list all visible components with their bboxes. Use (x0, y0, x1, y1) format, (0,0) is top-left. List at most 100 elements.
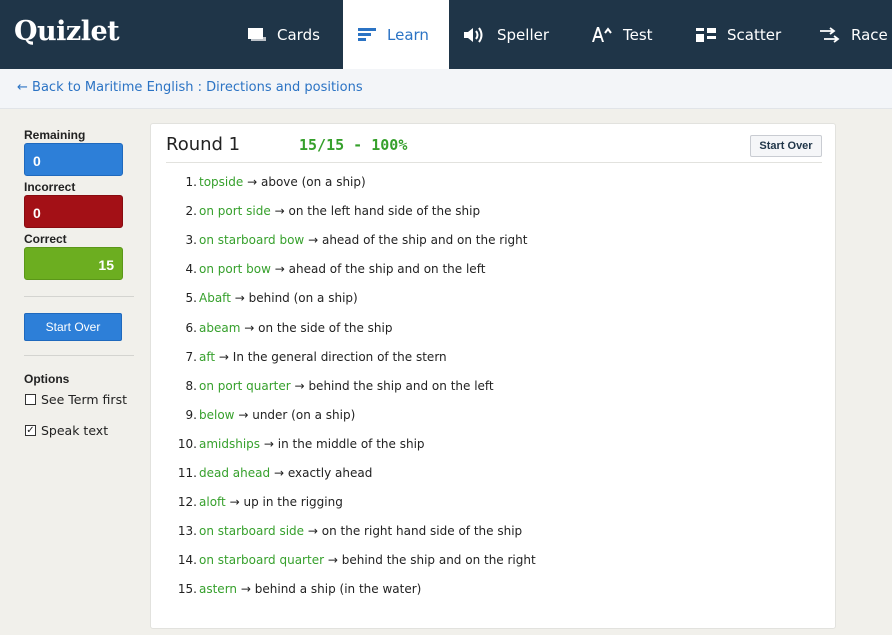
item-term[interactable]: below (199, 408, 235, 422)
incorrect-label: Incorrect (24, 180, 76, 194)
item-definition: on the left hand side of the ship (288, 204, 481, 218)
tab-scatter-label: Scatter (727, 25, 782, 44)
remaining-label: Remaining (24, 128, 86, 142)
race-icon (818, 26, 840, 43)
item-definition: behind a ship (in the water) (254, 582, 422, 596)
list-item: 2. on port side → on the left hand side o… (151, 204, 837, 218)
item-number: 15. (177, 582, 197, 596)
start-over-button-sidebar[interactable]: Start Over (24, 313, 122, 341)
item-definition: on the side of the ship (258, 321, 393, 335)
list-item: 6. abeam → on the side of the ship (151, 321, 837, 335)
item-number: 6. (185, 321, 197, 335)
item-term[interactable]: aft (199, 350, 215, 364)
see-term-first-checkbox[interactable] (25, 394, 36, 405)
list-item: 10. amidships → in the middle of the ship (151, 437, 837, 451)
options-label: Options (24, 372, 70, 386)
tab-learn[interactable]: Learn (343, 0, 449, 69)
list-item: 12. aloft → up in the rigging (151, 495, 837, 509)
item-term[interactable]: topside (199, 175, 243, 189)
see-term-first-label: See Term first (41, 392, 127, 407)
cards-icon (248, 28, 266, 41)
item-definition: under (on a ship) (252, 408, 356, 422)
tab-scatter[interactable]: Scatter (686, 0, 802, 69)
back-arrow-icon: ← (17, 80, 28, 95)
list-item: 15. astern → behind a ship (in the water) (151, 582, 837, 596)
scatter-icon (696, 27, 716, 42)
item-number: 13. (177, 524, 197, 538)
list-item: 11. dead ahead → exactly ahead (151, 466, 837, 480)
item-number: 11. (177, 466, 197, 480)
item-number: 12. (177, 495, 197, 509)
item-term[interactable]: astern (199, 582, 237, 596)
item-number: 5. (185, 291, 197, 305)
arrow-icon: → (218, 350, 229, 364)
item-term[interactable]: on port quarter (199, 379, 291, 393)
list-item: 4. on port bow → ahead of the ship and on… (151, 262, 837, 276)
item-term[interactable]: abeam (199, 321, 240, 335)
item-definition: up in the rigging (243, 495, 343, 509)
list-item: 1. topside → above (on a ship) (151, 175, 837, 189)
item-definition: above (on a ship) (260, 175, 366, 189)
item-term[interactable]: on port bow (199, 262, 271, 276)
item-number: 2. (185, 204, 197, 218)
speak-text-option[interactable]: ✓ Speak text (25, 423, 108, 438)
list-item: 9. below → under (on a ship) (151, 408, 837, 422)
arrow-icon: → (238, 408, 249, 422)
item-definition: ahead of the ship and on the left (288, 262, 486, 276)
arrow-icon: → (229, 495, 240, 509)
item-term[interactable]: on port side (199, 204, 271, 218)
start-over-button[interactable]: Start Over (750, 135, 822, 157)
item-term[interactable]: aloft (199, 495, 226, 509)
item-term[interactable]: on starboard bow (199, 233, 304, 247)
card-divider (166, 162, 822, 163)
list-item: 8. on port quarter → behind the ship and … (151, 379, 837, 393)
item-number: 4. (185, 262, 197, 276)
arrow-icon: → (327, 553, 338, 567)
speak-text-checkbox[interactable]: ✓ (25, 425, 36, 436)
round-score: 15/15 - 100% (299, 136, 408, 154)
quizlet-logo[interactable]: Quizlet (14, 16, 120, 47)
item-term[interactable]: on starboard side (199, 524, 304, 538)
list-item: 5. Abaft → behind (on a ship) (151, 291, 837, 305)
results-card: Round 1 15/15 - 100% Start Over 1. topsid… (150, 123, 836, 629)
tab-cards[interactable]: Cards (238, 0, 340, 69)
arrow-icon: → (294, 379, 305, 393)
sidebar-divider (24, 355, 134, 356)
list-item: 7. aft → In the general direction of the … (151, 350, 837, 364)
tab-speller[interactable]: Speller (452, 0, 568, 69)
arrow-icon: → (263, 437, 274, 451)
breadcrumb-bar: ← Back to Maritime English : Directions … (0, 69, 892, 109)
tab-test[interactable]: Test (582, 0, 680, 69)
remaining-count: 0 (24, 143, 123, 176)
sidebar-divider (24, 296, 134, 297)
list-item: 14. on starboard quarter → behind the shi… (151, 553, 837, 567)
item-definition: exactly ahead (287, 466, 373, 480)
arrow-icon: → (244, 321, 255, 335)
item-number: 7. (185, 350, 197, 364)
item-number: 10. (177, 437, 197, 451)
item-definition: on the right hand side of the ship (321, 524, 523, 538)
arrow-icon: → (240, 582, 251, 596)
arrow-icon: → (274, 204, 285, 218)
arrow-icon: → (308, 233, 319, 247)
item-term[interactable]: amidships (199, 437, 260, 451)
speaker-icon (464, 26, 486, 43)
item-term[interactable]: dead ahead (199, 466, 270, 480)
top-nav: Quizlet Cards Learn Speller Test Scatter (0, 0, 892, 69)
speak-text-label: Speak text (41, 423, 109, 438)
arrow-icon: → (307, 524, 318, 538)
item-term[interactable]: on starboard quarter (199, 553, 324, 567)
back-link-label: Back to Maritime English : Directions an… (32, 80, 363, 95)
back-link[interactable]: ← Back to Maritime English : Directions … (17, 80, 363, 95)
tab-test-label: Test (623, 25, 653, 44)
item-definition: In the general direction of the stern (232, 350, 447, 364)
correct-count: 15 (24, 247, 123, 280)
item-definition: behind the ship and on the left (308, 379, 494, 393)
item-definition: behind the ship and on the right (341, 553, 536, 567)
item-term[interactable]: Abaft (199, 291, 231, 305)
correct-label: Correct (24, 232, 67, 246)
arrow-icon: → (247, 175, 258, 189)
tab-race[interactable]: Race (808, 0, 892, 69)
arrow-icon: → (273, 466, 284, 480)
see-term-first-option[interactable]: See Term first (25, 392, 127, 407)
